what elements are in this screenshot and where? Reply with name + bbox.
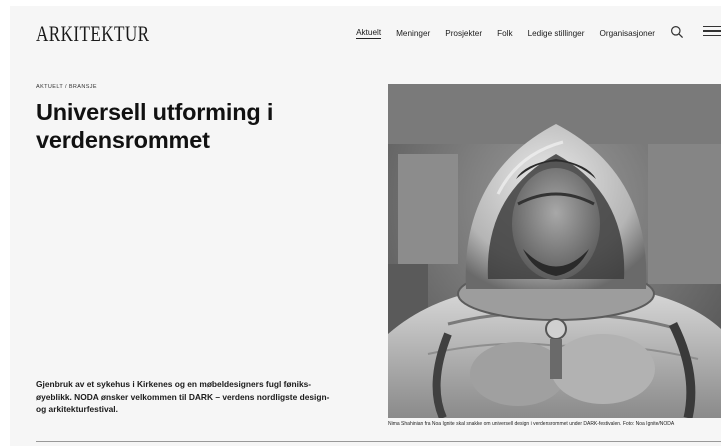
article-headline: Universell utforming i verdensrommet — [36, 99, 274, 153]
article-kicker[interactable]: Aktuelt / Bransje — [36, 84, 97, 90]
page: ARKITEKTUR Aktuelt Meninger Prosjekter F… — [10, 6, 721, 446]
hamburger-menu-icon[interactable] — [703, 26, 721, 38]
site-header: ARKITEKTUR Aktuelt Meninger Prosjekter F… — [10, 6, 721, 58]
main-nav: Aktuelt Meninger Prosjekter Folk Ledige … — [356, 28, 655, 39]
nav-item-folk[interactable]: Folk — [497, 29, 512, 39]
bottom-divider — [36, 441, 721, 442]
nav-item-meninger[interactable]: Meninger — [396, 29, 430, 39]
search-icon[interactable] — [670, 25, 684, 39]
nav-item-prosjekter[interactable]: Prosjekter — [445, 29, 482, 39]
site-logo[interactable]: ARKITEKTUR — [36, 21, 150, 47]
nav-item-organisasjoner[interactable]: Organisasjoner — [599, 29, 655, 39]
article-lead: Gjenbruk av et sykehus i Kirkenes og en … — [36, 379, 330, 414]
nav-item-aktuelt[interactable]: Aktuelt — [356, 28, 382, 39]
article-photo — [388, 84, 721, 418]
photo-caption: Nima Shahinian fra Noa Ignite skal snakk… — [388, 421, 675, 427]
astronaut-photo-illustration — [388, 84, 721, 418]
nav-item-ledige-stillinger[interactable]: Ledige stillinger — [528, 29, 585, 39]
